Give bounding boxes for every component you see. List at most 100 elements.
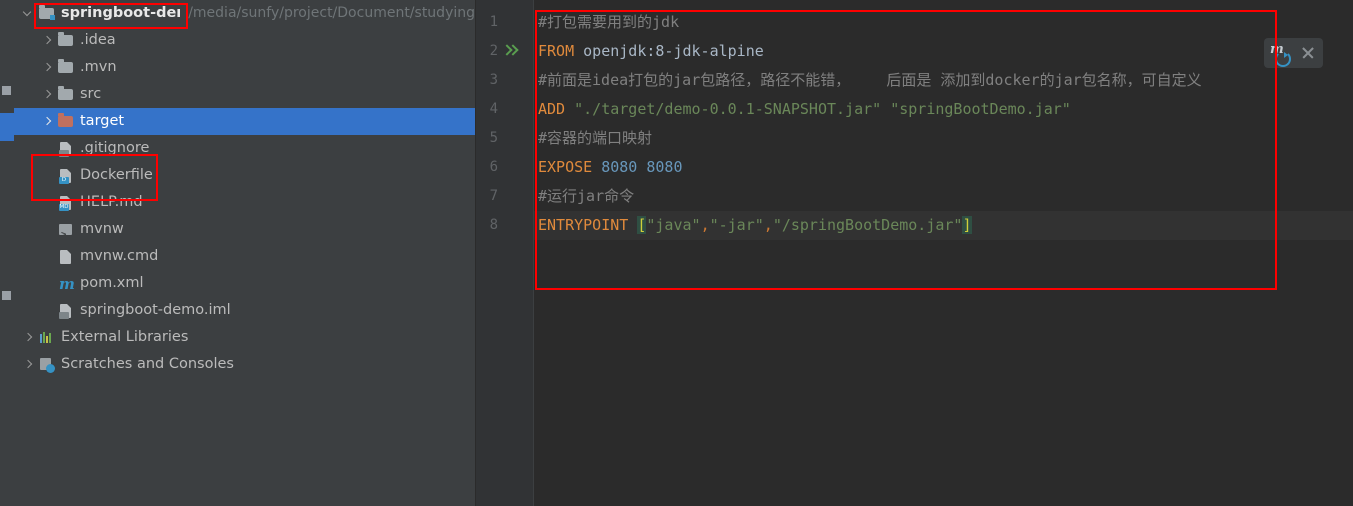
folder-icon xyxy=(57,86,74,103)
code-token: "/springBootDemo.jar" xyxy=(772,216,963,234)
iml-module-icon xyxy=(57,302,74,319)
close-icon[interactable] xyxy=(1297,42,1319,64)
text-file-icon xyxy=(57,248,74,265)
gutter-line-6[interactable]: 6 xyxy=(476,153,534,182)
scratches-icon xyxy=(38,356,55,373)
code-line-6[interactable]: EXPOSE 8080 8080 xyxy=(538,153,683,182)
line-number: 8 xyxy=(489,217,498,233)
editor-gutter[interactable]: 1 2 3 4 5 6 7 8 xyxy=(476,0,534,506)
code-line-3[interactable]: #前面是idea打包的jar包路径，路径不能错， 后面是 添加到docker的j… xyxy=(538,66,1202,95)
chevron-down-icon[interactable] xyxy=(22,7,35,20)
maven-pom-icon: m xyxy=(59,275,75,293)
project-path-label: /media/sunfy/project/Document/studying xyxy=(188,5,475,21)
project-tree[interactable]: springboot-demo/media/sunfy/project/Docu… xyxy=(14,0,475,378)
tree-item-mvn[interactable]: .mvn xyxy=(14,54,475,81)
tree-item-scratches-and-consoles[interactable]: Scratches and Consoles xyxy=(14,351,475,378)
tree-item-springboot-demo-iml[interactable]: springboot-demo.iml xyxy=(14,297,475,324)
project-tool-window[interactable]: springboot-demo/media/sunfy/project/Docu… xyxy=(14,0,475,506)
tree-item-idea[interactable]: .idea xyxy=(14,27,475,54)
tool-stripe-active-indicator xyxy=(0,113,14,141)
gutter-line-3[interactable]: 3 xyxy=(476,66,534,95)
folder-icon xyxy=(57,32,74,49)
line-number: 4 xyxy=(489,101,498,117)
run-double-chevron-icon[interactable] xyxy=(503,44,519,59)
chevron-right-icon[interactable] xyxy=(22,358,35,371)
line-number: 6 xyxy=(489,159,498,175)
tree-item-help-md[interactable]: MD HELP.md xyxy=(14,189,475,216)
tree-item-gitignore[interactable]: .gitignore xyxy=(14,135,475,162)
gutter-line-5[interactable]: 5 xyxy=(476,124,534,153)
code-token: 8080 8080 xyxy=(592,158,683,176)
code-token: #前面是idea打包的jar包路径，路径不能错， 后面是 添加到docker的j… xyxy=(538,71,1202,89)
folder-excluded-icon xyxy=(57,113,74,130)
tree-item-pom-xml[interactable]: m pom.xml xyxy=(14,270,475,297)
code-editor[interactable]: #打包需要用到的jdk FROM openjdk:8-jdk-alpine #前面是… xyxy=(534,0,1353,506)
chevron-right-icon[interactable] xyxy=(41,88,54,101)
code-line-5[interactable]: #容器的端口映射 xyxy=(538,124,652,153)
gutter-line-2[interactable]: 2 xyxy=(476,37,534,66)
gutter-line-4[interactable]: 4 xyxy=(476,95,534,124)
tree-item-label: springboot-demo.iml xyxy=(80,302,231,318)
maven-reload-project-icon[interactable]: m xyxy=(1269,42,1291,67)
tree-item-label: Dockerfile xyxy=(80,167,153,183)
tree-item-label: pom.xml xyxy=(80,275,144,291)
tree-item-springboot-demo[interactable]: springboot-demo/media/sunfy/project/Docu… xyxy=(14,0,475,27)
gitignore-file-icon xyxy=(57,140,74,157)
maven-reload-popup[interactable]: m xyxy=(1264,38,1323,68)
folder-icon xyxy=(57,59,74,76)
markdown-file-icon: MD xyxy=(57,194,74,211)
tree-item-label: .idea xyxy=(80,32,116,48)
tree-item-label: target xyxy=(80,113,125,129)
tree-item-dockerfile[interactable]: D Dockerfile xyxy=(14,162,475,189)
tree-item-label: HELP.md xyxy=(80,194,143,210)
shell-script-icon xyxy=(57,221,74,249)
tree-item-mvnw-cmd[interactable]: mvnw.cmd xyxy=(14,243,475,270)
code-token: FROM xyxy=(538,42,575,60)
code-line-7[interactable]: #运行jar命令 xyxy=(538,182,634,211)
chevron-right-icon[interactable] xyxy=(41,61,54,74)
gutter-line-8[interactable]: 8 xyxy=(476,211,534,240)
line-number: 2 xyxy=(489,43,498,59)
line-number: 5 xyxy=(489,130,498,146)
code-token: ENTRYPOINT xyxy=(538,216,629,234)
tool-stripe-marker-1 xyxy=(2,86,11,95)
code-line-2[interactable]: FROM openjdk:8-jdk-alpine xyxy=(538,37,764,66)
tree-item-label: src xyxy=(80,86,102,102)
tool-window-stripe: Project Structure xyxy=(0,0,15,506)
line-number: 3 xyxy=(489,72,498,88)
code-token: , xyxy=(700,216,710,234)
module-folder-icon xyxy=(38,5,55,22)
line-number: 7 xyxy=(489,188,498,204)
tree-item-target[interactable]: target xyxy=(14,108,475,135)
code-line-1[interactable]: #打包需要用到的jdk xyxy=(538,8,679,37)
gutter-line-1[interactable]: 1 xyxy=(476,8,534,37)
code-token: "java" xyxy=(646,216,701,234)
code-token: , xyxy=(763,216,773,234)
tree-item-label: Scratches and Consoles xyxy=(61,356,234,372)
tree-item-label: .mvn xyxy=(80,59,117,75)
code-line-4[interactable]: ADD "./target/demo-0.0.1-SNAPSHOT.jar" "… xyxy=(538,95,1071,124)
tree-item-mvnw[interactable]: mvnw xyxy=(14,216,475,249)
tree-item-label: .gitignore xyxy=(80,140,150,156)
libraries-icon xyxy=(38,329,55,346)
code-token: "-jar" xyxy=(709,216,764,234)
line-number: 1 xyxy=(489,14,498,30)
gutter-line-7[interactable]: 7 xyxy=(476,182,534,211)
tree-item-external-libraries[interactable]: External Libraries xyxy=(14,324,475,351)
code-token: EXPOSE xyxy=(538,158,593,176)
code-token: #容器的端口映射 xyxy=(538,129,653,147)
code-line-8[interactable]: ENTRYPOINT ["java","-jar","/springBootDe… xyxy=(538,211,972,240)
code-token: #打包需要用到的jdk xyxy=(538,13,680,31)
chevron-right-icon[interactable] xyxy=(41,115,54,128)
chevron-right-icon[interactable] xyxy=(22,331,35,344)
tool-stripe-marker-2 xyxy=(2,291,11,300)
chevron-right-icon[interactable] xyxy=(41,34,54,47)
tree-item-src[interactable]: src xyxy=(14,81,475,108)
